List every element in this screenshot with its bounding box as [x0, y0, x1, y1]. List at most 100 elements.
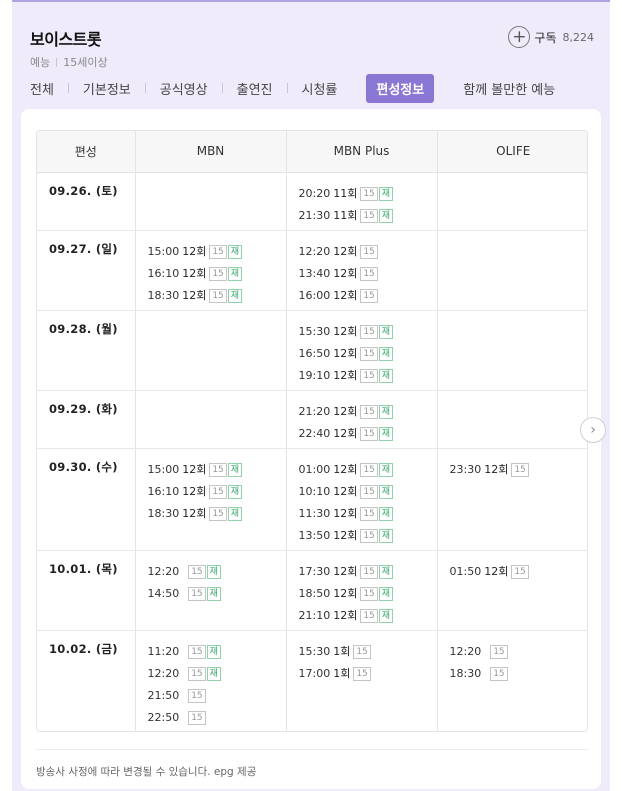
age-rating-badge: 15: [188, 564, 206, 579]
channel-cell: 17:30 12회 15 재 18:50 12회 15 재 21:10 12회 15 재: [286, 550, 438, 631]
tab-4[interactable]: 시청률: [302, 79, 338, 98]
rerun-badge: 재: [206, 666, 221, 681]
tab-divider: [67, 83, 69, 93]
tab-6[interactable]: 함께 볼만한 예능: [463, 79, 555, 98]
date-cell: 09.28. (월): [37, 310, 136, 391]
slot-episode: 12회: [333, 404, 358, 418]
broadcast-slot: 01:50 12회 15: [450, 561, 588, 583]
age-rating-badge: 15: [188, 710, 206, 725]
slot-time: 15:00: [147, 462, 180, 476]
header-cell-olife: OLIFE: [437, 131, 587, 173]
channel-cell: 12:20 15 18:30 15: [437, 630, 587, 731]
slot-episode: 12회: [333, 288, 358, 302]
slot-time: 14:50: [147, 586, 180, 600]
slot-time: 23:30: [449, 462, 482, 476]
broadcast-slot: 15:00 12회 15 재: [148, 459, 286, 481]
slot-time: 22:50: [147, 710, 180, 724]
slot-episode: 12회: [333, 426, 358, 440]
rerun-badge: 재: [206, 644, 221, 659]
channel-cell: 01:00 12회 15 재 10:10 12회 15 재 11:30 12회 15 재 13:50 12…: [286, 448, 438, 551]
tab-5[interactable]: 편성정보: [366, 73, 435, 103]
slot-time: 11:20: [147, 644, 180, 658]
broadcast-slot: 17:00 1회 15: [299, 663, 437, 685]
slot-time: 11:30: [298, 506, 331, 520]
slot-time: 18:30: [449, 666, 482, 680]
age-rating-label: 15세이상: [63, 56, 108, 69]
rerun-badge: 재: [378, 506, 394, 521]
meta-divider: [56, 57, 58, 67]
broadcast-slot: 22:50 15: [148, 707, 286, 729]
rerun-badge: 재: [227, 462, 243, 477]
channel-cell: 15:00 12회 15 재 16:10 12회 15 재 18:30 12회 15 재: [135, 230, 287, 311]
tab-0[interactable]: 전체: [30, 79, 54, 98]
rerun-badge: 재: [206, 586, 221, 601]
age-rating-badge: 15: [360, 324, 378, 339]
rerun-badge: 재: [227, 244, 243, 259]
age-rating-badge: 15: [511, 564, 529, 579]
table-row: 09.29. (화) 21:20 12회 15 재 22:40 12회 15 재: [37, 390, 587, 449]
slot-time: 16:50: [298, 346, 331, 360]
slot-episode: 12회: [333, 462, 358, 476]
rerun-badge: 재: [378, 608, 394, 623]
header-cell-mbn-plus: MBN Plus: [286, 131, 438, 173]
channel-cell: [437, 172, 587, 231]
slot-time: 13:50: [298, 528, 331, 542]
age-rating-badge: 15: [188, 666, 206, 681]
tab-divider: [221, 83, 223, 93]
slot-episode: 11회: [333, 208, 358, 222]
broadcast-slot: 19:10 12회 15 재: [299, 365, 437, 387]
age-rating-badge: 15: [360, 208, 378, 223]
age-rating-badge: 15: [360, 506, 378, 521]
slot-episode: 12회: [484, 564, 509, 578]
tab-3[interactable]: 출연진: [237, 79, 273, 98]
date-cell: 09.30. (수): [37, 448, 136, 551]
date-cell: 10.01. (목): [37, 550, 136, 631]
slot-time: 21:20: [298, 404, 331, 418]
age-rating-badge: 15: [360, 586, 378, 601]
channel-cell: 15:00 12회 15 재 16:10 12회 15 재 18:30 12회 15 재: [135, 448, 287, 551]
slot-episode: 12회: [182, 484, 207, 498]
broadcast-slot: 21:50 15: [148, 685, 286, 707]
plus-icon[interactable]: +: [508, 26, 531, 48]
tab-divider: [144, 83, 146, 93]
age-rating-badge: 15: [209, 484, 227, 499]
broadcast-slot: 13:40 12회 15: [299, 263, 437, 285]
broadcast-slot: 17:30 12회 15 재: [299, 561, 437, 583]
slot-episode: 12회: [333, 244, 358, 258]
header-cell-schedule: 편성: [37, 131, 136, 173]
rerun-badge: 재: [378, 462, 394, 477]
slot-time: 17:00: [298, 666, 331, 680]
broadcast-slot: 18:50 12회 15 재: [299, 583, 437, 605]
tab-bar: 전체 기본정보 공식영상 출연진 시청률 편성정보 함께 볼만한 예능: [30, 73, 555, 103]
age-rating-badge: 15: [360, 186, 378, 201]
subscribe-button[interactable]: + 구독 8,224: [508, 26, 594, 48]
header-cell-mbn: MBN: [135, 131, 287, 173]
slot-time: 21:30: [298, 208, 331, 222]
broadcast-slot: 20:20 11회 15 재: [299, 183, 437, 205]
slot-time: 22:40: [298, 426, 331, 440]
slot-episode: 12회: [484, 462, 509, 476]
age-rating-badge: 15: [490, 644, 508, 659]
tab-1[interactable]: 기본정보: [83, 79, 131, 98]
slot-time: 15:30: [298, 644, 331, 658]
tab-divider: [448, 83, 449, 93]
slot-episode: 12회: [333, 528, 358, 542]
table-row: 09.30. (수) 15:00 12회 15 재 16:10 12회 15 재 18:30 12회…: [37, 448, 587, 551]
tab-2[interactable]: 공식영상: [160, 79, 208, 98]
rerun-badge: 재: [378, 404, 394, 419]
rerun-badge: 재: [378, 426, 394, 441]
slot-episode: 12회: [333, 346, 358, 360]
channel-cell: 20:20 11회 15 재 21:30 11회 15 재: [286, 172, 438, 231]
channel-cell: 21:20 12회 15 재 22:40 12회 15 재: [286, 390, 438, 449]
slot-episode: 12회: [182, 266, 207, 280]
slot-time: 01:00: [298, 462, 331, 476]
footer-divider: [36, 749, 588, 750]
age-rating-badge: 15: [188, 644, 206, 659]
channel-cell: [437, 390, 587, 449]
date-cell: 09.26. (토): [37, 172, 136, 231]
channel-cell: 12:20 12회 15 13:40 12회 15 16:00 12회 15: [286, 230, 438, 311]
chevron-right-icon[interactable]: ›: [580, 417, 606, 443]
slot-time: 17:30: [298, 564, 331, 578]
slot-time: 21:50: [147, 688, 180, 702]
slot-episode: 1회: [333, 644, 351, 658]
